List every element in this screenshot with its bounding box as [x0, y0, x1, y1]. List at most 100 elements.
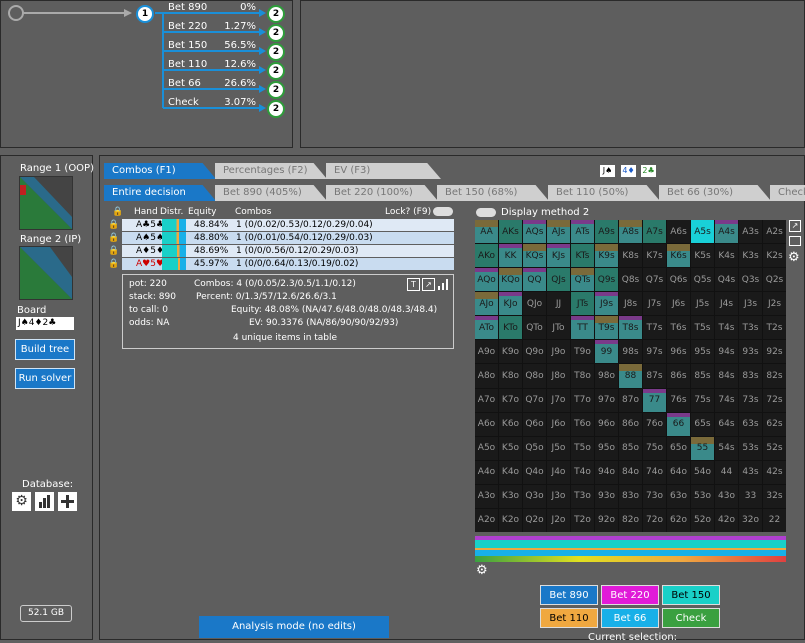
hand-cell-KJo[interactable]: KJo [499, 292, 522, 316]
hand-cell-86s[interactable]: 86s [667, 364, 690, 388]
hand-cell-Q3s[interactable]: Q3s [739, 268, 762, 292]
hand-cell-Q4o[interactable]: Q4o [523, 460, 546, 484]
hand-cell-Q9s[interactable]: Q9s [595, 268, 618, 292]
tab-bet-220[interactable]: Bet 220 (100%) [326, 185, 438, 201]
hand-cell-Q8s[interactable]: Q8s [619, 268, 642, 292]
gear-icon[interactable]: ⚙ [788, 250, 800, 265]
hand-cell-Q6s[interactable]: Q6s [667, 268, 690, 292]
hand-cell-J2o[interactable]: J2o [547, 508, 570, 532]
hand-cell-98o[interactable]: 98o [595, 364, 618, 388]
hand-cell-83o[interactable]: 83o [619, 484, 642, 508]
hand-cell-42o[interactable]: 42o [715, 508, 738, 532]
tab-bet-150[interactable]: Bet 150 (68%) [437, 185, 549, 201]
hand-cell-52o[interactable]: 52o [691, 508, 714, 532]
tab-combos[interactable]: Combos (F1) [104, 163, 216, 179]
minimize-icon[interactable] [789, 236, 801, 246]
child-node[interactable]: 2 [267, 24, 285, 42]
hand-cell-QQ[interactable]: QQ [523, 268, 546, 292]
hand-cell-J9o[interactable]: J9o [547, 340, 570, 364]
popout-icon[interactable]: ↗ [422, 278, 435, 291]
legend-check[interactable]: Check [662, 608, 720, 628]
hand-cell-95s[interactable]: 95s [691, 340, 714, 364]
hand-cell-43s[interactable]: 43s [739, 460, 762, 484]
hand-cell-65o[interactable]: 65o [667, 436, 690, 460]
hand-cell-Q9o[interactable]: Q9o [523, 340, 546, 364]
hand-cell-92o[interactable]: 92o [595, 508, 618, 532]
hand-cell-J4s[interactable]: J4s [715, 292, 738, 316]
tab-bet-890[interactable]: Bet 890 (405%) [215, 185, 327, 201]
hand-cell-53s[interactable]: 53s [739, 436, 762, 460]
hand-cell-64o[interactable]: 64o [667, 460, 690, 484]
hand-cell-77[interactable]: 77 [643, 388, 666, 412]
lock-icon[interactable]: 🔒 [108, 246, 119, 256]
tab-bet-110[interactable]: Bet 110 (50%) [548, 185, 660, 201]
hand-cell-73s[interactable]: 73s [739, 388, 762, 412]
hand-cell-T3s[interactable]: T3s [739, 316, 762, 340]
lock-icon[interactable]: 🔒 [108, 233, 119, 243]
hand-cell-94s[interactable]: 94s [715, 340, 738, 364]
hand-cell-Q6o[interactable]: Q6o [523, 412, 546, 436]
legend-bet-66[interactable]: Bet 66 [601, 608, 659, 628]
tab-percentages[interactable]: Percentages (F2) [215, 163, 327, 179]
hand-cell-AA[interactable]: AA [475, 220, 498, 244]
hand-cell-AKo[interactable]: AKo [475, 244, 498, 268]
hand-cell-QJo[interactable]: QJo [523, 292, 546, 316]
hand-cell-64s[interactable]: 64s [715, 412, 738, 436]
hand-cell-33[interactable]: 33 [739, 484, 762, 508]
text-export-icon[interactable]: T [407, 278, 420, 291]
hand-cell-T5s[interactable]: T5s [691, 316, 714, 340]
hand-cell-A8s[interactable]: A8s [619, 220, 642, 244]
hand-cell-AJs[interactable]: AJs [547, 220, 570, 244]
hand-cell-T4s[interactable]: T4s [715, 316, 738, 340]
hand-cell-K6s[interactable]: K6s [667, 244, 690, 268]
hand-cell-85o[interactable]: 85o [619, 436, 642, 460]
hand-cell-J5o[interactable]: J5o [547, 436, 570, 460]
hand-cell-J6o[interactable]: J6o [547, 412, 570, 436]
hand-cell-T4o[interactable]: T4o [571, 460, 594, 484]
hand-cell-J8o[interactable]: J8o [547, 364, 570, 388]
tab-entire-decision[interactable]: Entire decision [104, 185, 216, 201]
hand-cell-73o[interactable]: 73o [643, 484, 666, 508]
hand-cell-96o[interactable]: 96o [595, 412, 618, 436]
hand-cell-75o[interactable]: 75o [643, 436, 666, 460]
hand-cell-KJs[interactable]: KJs [547, 244, 570, 268]
child-node[interactable]: 2 [267, 100, 285, 118]
hand-cell-J2s[interactable]: J2s [763, 292, 786, 316]
hand-cell-94o[interactable]: 94o [595, 460, 618, 484]
hand-cell-T8o[interactable]: T8o [571, 364, 594, 388]
tab-ev[interactable]: EV (F3) [326, 163, 441, 179]
hand-cell-KTs[interactable]: KTs [571, 244, 594, 268]
hand-cell-Q3o[interactable]: Q3o [523, 484, 546, 508]
hand-cell-76o[interactable]: 76o [643, 412, 666, 436]
hand-cell-A7o[interactable]: A7o [475, 388, 498, 412]
hand-cell-K4o[interactable]: K4o [499, 460, 522, 484]
hand-cell-43o[interactable]: 43o [715, 484, 738, 508]
hand-cell-T3o[interactable]: T3o [571, 484, 594, 508]
hand-cell-53o[interactable]: 53o [691, 484, 714, 508]
hand-cell-J3o[interactable]: J3o [547, 484, 570, 508]
hand-matrix[interactable]: AA AKs AQs AJs ATs A9s A8s A7s A6s A5s A4s A3s A2s AK… [475, 220, 786, 532]
hand-cell-A9o[interactable]: A9o [475, 340, 498, 364]
hand-cell-63s[interactable]: 63s [739, 412, 762, 436]
gear-icon[interactable]: ⚙ [476, 563, 488, 578]
hand-cell-Q5s[interactable]: Q5s [691, 268, 714, 292]
root-node[interactable]: 1 [136, 5, 154, 23]
hand-cell-A8o[interactable]: A8o [475, 364, 498, 388]
hand-cell-A3o[interactable]: A3o [475, 484, 498, 508]
child-node[interactable]: 2 [267, 81, 285, 99]
hand-cell-Q7s[interactable]: Q7s [643, 268, 666, 292]
hand-cell-66[interactable]: 66 [667, 412, 690, 436]
hand-cell-KTo[interactable]: KTo [499, 316, 522, 340]
hand-cell-JTo[interactable]: JTo [547, 316, 570, 340]
hand-cell-T2o[interactable]: T2o [571, 508, 594, 532]
build-tree-button[interactable]: Build tree [15, 339, 75, 360]
hand-cell-A5o[interactable]: A5o [475, 436, 498, 460]
tab-bet-66[interactable]: Bet 66 (30%) [659, 185, 771, 201]
hand-cell-87s[interactable]: 87s [643, 364, 666, 388]
child-node[interactable]: 2 [267, 62, 285, 80]
hand-cell-TT[interactable]: TT [571, 316, 594, 340]
hand-cell-83s[interactable]: 83s [739, 364, 762, 388]
board-input[interactable]: J♠4♦2♣ [16, 317, 74, 330]
hand-cell-44[interactable]: 44 [715, 460, 738, 484]
legend-bet-150[interactable]: Bet 150 [662, 585, 720, 605]
